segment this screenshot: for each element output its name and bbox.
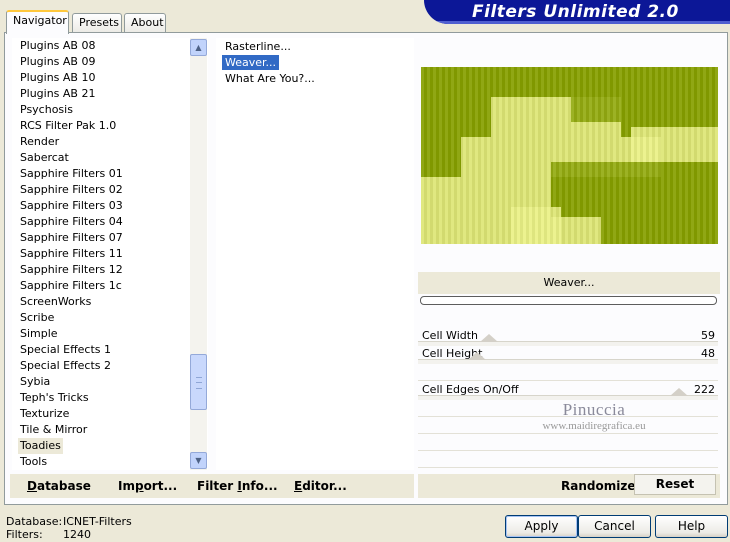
tab-navigator[interactable]: Navigator — [6, 10, 69, 34]
category-item[interactable]: Sabercat — [18, 150, 71, 166]
import-button[interactable]: Import... — [118, 479, 177, 493]
scroll-up-button[interactable]: ▲ — [190, 39, 207, 56]
slider-thumb[interactable] — [480, 334, 498, 342]
category-item[interactable]: RCS Filter Pak 1.0 — [18, 118, 118, 134]
scroll-thumb[interactable] — [190, 354, 207, 410]
category-item[interactable]: Sapphire Filters 07 — [18, 230, 125, 246]
category-item[interactable]: Sapphire Filters 11 — [18, 246, 125, 262]
progress-bar — [420, 296, 717, 305]
category-item[interactable]: Plugins AB 08 — [18, 38, 97, 54]
category-item[interactable]: Render — [18, 134, 61, 150]
grip-icon — [196, 377, 202, 389]
filter-settings-panel: Weaver... Cell Width 59 Cell Height 48 C… — [418, 38, 720, 470]
reset-button[interactable]: Reset — [634, 474, 716, 495]
preview-filter-name: Weaver... — [418, 272, 720, 294]
category-item[interactable]: Sapphire Filters 12 — [18, 262, 125, 278]
category-item[interactable]: Sapphire Filters 04 — [18, 214, 125, 230]
empty-param-row — [418, 451, 718, 468]
category-item[interactable]: Plugins AB 10 — [18, 70, 97, 86]
category-item[interactable]: Sapphire Filters 01 — [18, 166, 125, 182]
category-item[interactable]: Special Effects 2 — [18, 358, 113, 374]
category-item[interactable]: Sybia — [18, 374, 52, 390]
app-title: Filters Unlimited 2.0 — [472, 2, 679, 22]
tab-presets[interactable]: Presets — [72, 13, 122, 32]
slider-thumb[interactable] — [670, 388, 688, 396]
category-item[interactable]: Teph's Tricks — [18, 390, 91, 406]
filter-item-selected[interactable]: Weaver... — [222, 55, 280, 70]
filters-count-value: 1240 — [63, 528, 91, 541]
preview-texture — [421, 67, 718, 244]
category-item-selected[interactable]: Toadies — [18, 438, 63, 454]
empty-param-row — [418, 417, 718, 434]
database-button[interactable]: Database — [27, 479, 91, 493]
empty-param-row — [418, 400, 718, 417]
param-cell-edges: Cell Edges On/Off 222 — [418, 381, 718, 400]
chevron-up-icon: ▲ — [195, 43, 202, 52]
category-item[interactable]: Tools — [18, 454, 49, 470]
tab-about[interactable]: About — [124, 13, 166, 32]
category-item[interactable]: Plugins AB 21 — [18, 86, 97, 102]
category-item[interactable]: Plugins AB 09 — [18, 54, 97, 70]
editor-button[interactable]: Editor... — [294, 479, 347, 493]
category-scrollbar[interactable]: ▲ ▼ — [190, 38, 207, 470]
category-item[interactable]: ScreenWorks — [18, 294, 93, 310]
empty-param-row — [418, 434, 718, 451]
app-banner: Filters Unlimited 2.0 — [424, 0, 730, 24]
category-item[interactable]: Psychosis — [18, 102, 75, 118]
filter-item[interactable]: What Are You?... — [222, 71, 318, 86]
category-item[interactable]: Sapphire Filters 1c — [18, 278, 124, 294]
category-item[interactable]: Sapphire Filters 03 — [18, 198, 125, 214]
randomize-button[interactable]: Randomize — [561, 479, 635, 493]
filter-list[interactable]: Rasterline... Weaver... What Are You?... — [216, 38, 414, 470]
filter-info-button[interactable]: Filter Info... — [197, 479, 278, 493]
category-item[interactable]: Simple — [18, 326, 60, 342]
slider-thumb[interactable] — [468, 352, 486, 360]
category-item[interactable]: Scribe — [18, 310, 56, 326]
filters-count-label: Filters: — [6, 528, 43, 541]
database-label: Database: — [6, 515, 63, 528]
cancel-button[interactable]: Cancel — [578, 515, 651, 538]
database-value: ICNET-Filters — [63, 515, 132, 528]
category-item[interactable]: Texturize — [18, 406, 71, 422]
chevron-down-icon: ▼ — [195, 456, 202, 465]
category-item[interactable]: Sapphire Filters 02 — [18, 182, 125, 198]
help-button[interactable]: Help — [655, 515, 728, 538]
scroll-down-button[interactable]: ▼ — [190, 452, 207, 469]
category-list[interactable]: Plugins AB 08 Plugins AB 09 Plugins AB 1… — [12, 38, 208, 470]
settings-actions-bar: Randomize Reset — [418, 474, 720, 498]
preview-image — [421, 67, 718, 244]
list-actions-bar: Database Import... Filter Info... Editor… — [10, 474, 414, 498]
param-cell-height: Cell Height 48 — [418, 345, 718, 364]
category-item[interactable]: Special Effects 1 — [18, 342, 113, 358]
param-cell-width: Cell Width 59 — [418, 327, 718, 346]
apply-button[interactable]: Apply — [505, 515, 578, 538]
category-item[interactable]: Tile & Mirror — [18, 422, 89, 438]
empty-param-row — [418, 364, 718, 381]
filter-item[interactable]: Rasterline... — [222, 39, 294, 54]
